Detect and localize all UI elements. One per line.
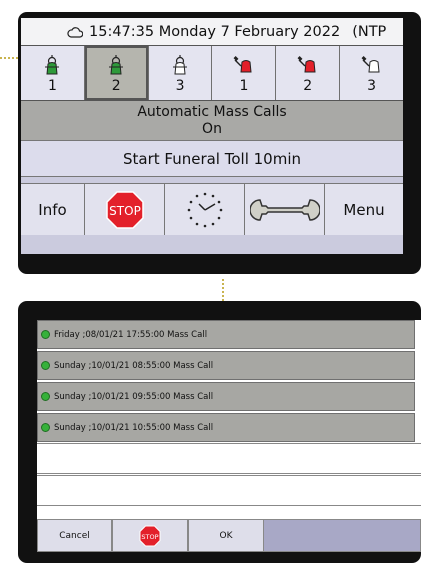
clock-button[interactable] (165, 184, 245, 235)
bell-with-hammer-icon (233, 55, 252, 72)
active-status-dot (41, 330, 50, 339)
stop-sign-icon: STOP (105, 190, 144, 229)
wrench-icon (249, 198, 320, 221)
mass-calls-status: Automatic Mass Calls On (21, 101, 403, 141)
cancel-button-label: Cancel (59, 530, 90, 541)
active-status-dot (41, 361, 50, 370)
stop-sign-icon: STOP (139, 525, 161, 546)
bell-button-swing-2[interactable]: 2 (84, 46, 149, 100)
main-toolbar: Info STOP Menu (21, 183, 403, 235)
empty-schedule-slot[interactable] (37, 475, 421, 506)
bell-number: 1 (239, 77, 249, 94)
datetime-label: 15:47:35 Monday 7 February 2022 (89, 23, 341, 40)
stop-button[interactable]: STOP (85, 184, 165, 235)
bell-selector: 1 2 3 1 2 3 (21, 45, 403, 101)
menu-button-label: Menu (343, 200, 385, 219)
bell-with-hammer-icon (361, 55, 380, 72)
status-value: On (202, 121, 222, 137)
schedule-screen: Friday ;08/01/21 17:55:00 Mass Call Sund… (37, 320, 421, 552)
bell-button-swing-1[interactable]: 1 (21, 46, 85, 100)
bell-number: 2 (111, 77, 121, 94)
funeral-toll-button[interactable]: Start Funeral Toll 10min (21, 141, 403, 177)
swinging-bell-icon (173, 54, 188, 74)
stop-sign-text: STOP (109, 204, 141, 218)
button-bar-filler (264, 519, 421, 552)
info-button-label: Info (38, 200, 67, 219)
stop-sign-text: STOP (141, 533, 158, 541)
cancel-button[interactable]: Cancel (37, 519, 112, 552)
ok-button-label: OK (219, 530, 233, 541)
connector-line-vertical (222, 279, 224, 301)
info-button[interactable]: Info (21, 184, 85, 235)
clock-icon (187, 192, 222, 227)
bell-with-hammer-icon (297, 55, 316, 72)
control-panel-screen: 15:47:35 Monday 7 February 2022 (NTP 1 2 (21, 18, 403, 254)
active-status-dot (41, 392, 50, 401)
schedule-item-text: Friday ;08/01/21 17:55:00 Mass Call (54, 329, 208, 340)
bell-button-swing-3[interactable]: 3 (148, 46, 213, 100)
schedule-item-text: Sunday ;10/01/21 09:55:00 Mass Call (54, 391, 214, 402)
stop-button-small[interactable]: STOP (112, 519, 188, 552)
bell-number: 3 (175, 77, 185, 94)
settings-button[interactable] (245, 184, 325, 235)
empty-schedule-slot[interactable] (37, 443, 421, 474)
active-status-dot (41, 423, 50, 432)
status-title: Automatic Mass Calls (137, 104, 287, 120)
bell-button-hammer-1[interactable]: 1 (212, 46, 277, 100)
bell-number: 1 (47, 77, 57, 94)
bell-number: 3 (367, 77, 377, 94)
schedule-item[interactable]: Sunday ;10/01/21 10:55:00 Mass Call (37, 413, 415, 442)
swinging-bell-icon (45, 54, 60, 74)
ok-button[interactable]: OK (188, 519, 264, 552)
schedule-item[interactable]: Sunday ;10/01/21 08:55:00 Mass Call (37, 351, 415, 380)
swinging-bell-icon (109, 54, 124, 74)
schedule-item[interactable]: Friday ;08/01/21 17:55:00 Mass Call (37, 320, 415, 349)
schedule-item-text: Sunday ;10/01/21 10:55:00 Mass Call (54, 422, 214, 433)
ntp-indicator: (NTP (352, 23, 387, 40)
status-header: 15:47:35 Monday 7 February 2022 (NTP (21, 18, 403, 45)
cloud-icon (67, 26, 83, 38)
schedule-item-text: Sunday ;10/01/21 08:55:00 Mass Call (54, 360, 214, 371)
bell-button-hammer-2[interactable]: 2 (276, 46, 341, 100)
bell-number: 2 (303, 77, 313, 94)
bell-button-hammer-3[interactable]: 3 (340, 46, 403, 100)
menu-button[interactable]: Menu (325, 184, 403, 235)
dialog-button-bar: Cancel STOP OK (37, 519, 421, 552)
schedule-item[interactable]: Sunday ;10/01/21 09:55:00 Mass Call (37, 382, 415, 411)
